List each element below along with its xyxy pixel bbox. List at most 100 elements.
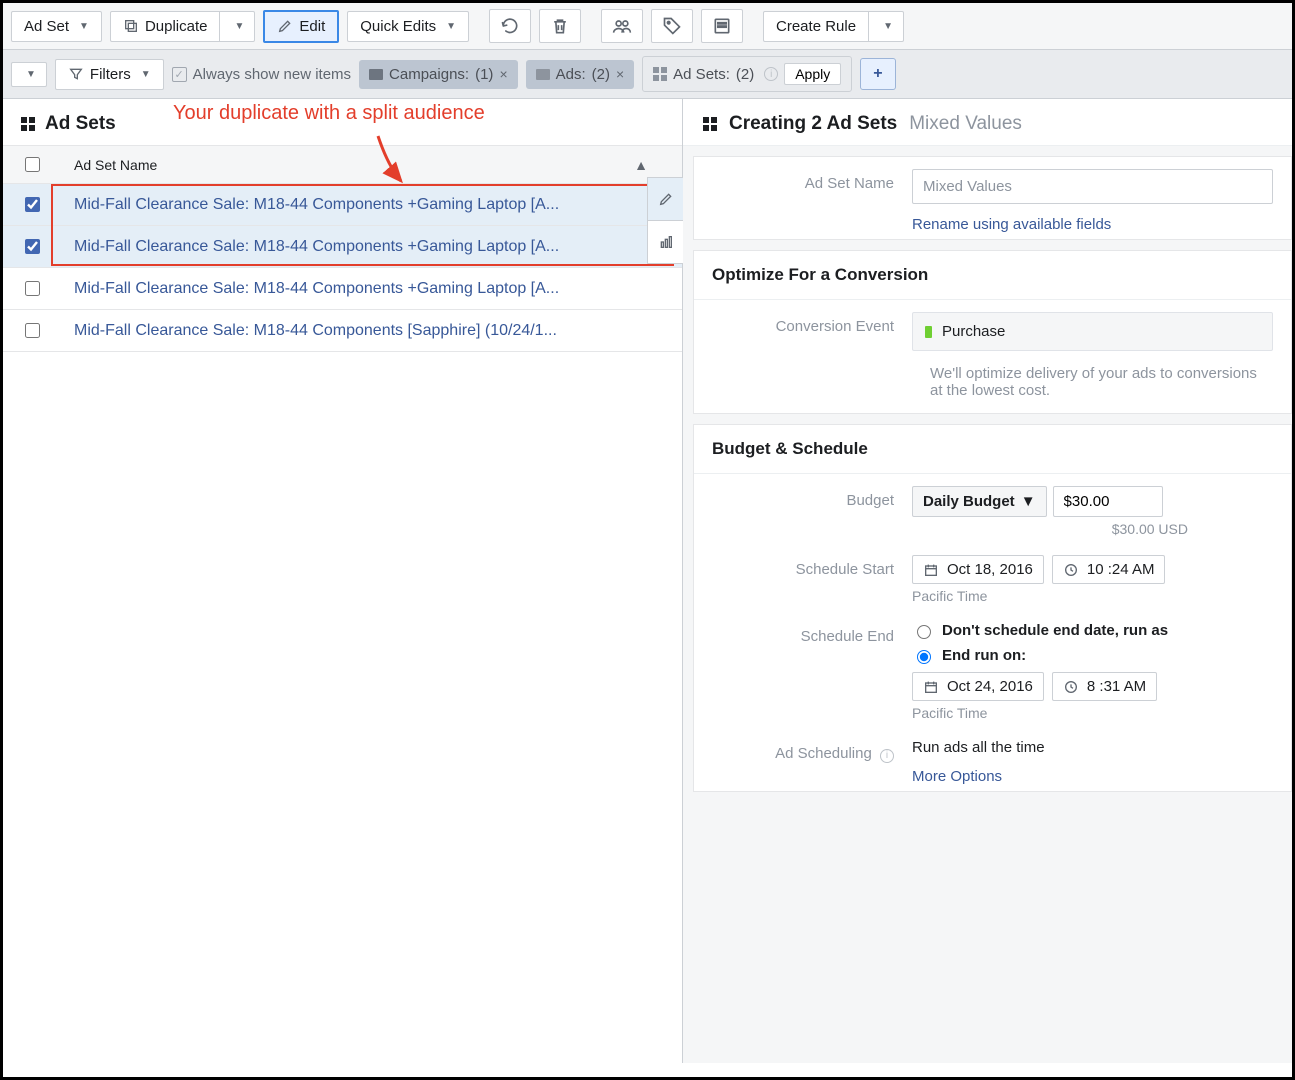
end-option-run[interactable]: End run on: xyxy=(912,647,1273,664)
end-option-dont-label: Don't schedule end date, run as xyxy=(942,622,1168,639)
budget-type-select[interactable]: Daily Budget ▼ xyxy=(912,486,1047,517)
info-icon: i xyxy=(880,749,894,763)
pencil-icon xyxy=(658,191,674,207)
calendar-icon xyxy=(923,679,939,695)
select-all-checkbox[interactable] xyxy=(25,157,40,172)
audience-button[interactable] xyxy=(601,9,643,43)
filter-adsets-label: Ad Sets: xyxy=(673,66,730,83)
close-icon[interactable]: × xyxy=(499,66,507,82)
table-row[interactable]: Mid-Fall Clearance Sale: M18-44 Componen… xyxy=(3,226,682,268)
card-optimize: Optimize For a Conversion Conversion Eve… xyxy=(693,250,1292,414)
campaign-icon xyxy=(369,69,383,80)
undo-button[interactable] xyxy=(489,9,531,43)
chevron-down-icon: ▼ xyxy=(141,69,151,80)
filter-campaigns-count: (1) xyxy=(475,66,493,83)
side-tabs xyxy=(647,177,683,263)
adset-link[interactable]: Mid-Fall Clearance Sale: M18-44 Componen… xyxy=(74,280,559,298)
info-icon: i xyxy=(764,67,778,81)
budget-label: Budget xyxy=(712,486,912,509)
workarea: Your duplicate with a split audience Ad … xyxy=(3,99,1292,1063)
undo-icon xyxy=(500,16,520,36)
checkmark-icon: ✓ xyxy=(172,67,187,82)
side-tab-chart[interactable] xyxy=(647,220,683,264)
apply-button[interactable]: Apply xyxy=(784,63,841,85)
trash-icon xyxy=(550,16,570,36)
adset-link[interactable]: Mid-Fall Clearance Sale: M18-44 Componen… xyxy=(74,322,557,340)
schedule-end-date-value: Oct 24, 2016 xyxy=(947,678,1033,695)
sort-asc-icon[interactable]: ▲ xyxy=(634,157,648,173)
radio-end-run-on[interactable] xyxy=(917,650,931,664)
grid-icon xyxy=(703,117,717,131)
search-dropdown-button[interactable]: ▼ xyxy=(11,62,47,87)
filter-pill-campaigns[interactable]: Campaigns: (1) × xyxy=(359,60,518,89)
table-row[interactable]: Mid-Fall Clearance Sale: M18-44 Componen… xyxy=(3,184,682,226)
status-dot-icon xyxy=(925,326,932,338)
create-rule-dropdown[interactable]: ▼ xyxy=(869,11,904,42)
grid-icon xyxy=(653,67,667,81)
report-button[interactable] xyxy=(701,9,743,43)
end-option-run-label: End run on: xyxy=(942,647,1026,664)
always-show-toggle[interactable]: ✓ Always show new items xyxy=(172,66,351,83)
close-icon[interactable]: × xyxy=(616,66,624,82)
adset-name-input[interactable] xyxy=(912,169,1273,204)
table-columns-header: Ad Set Name ▲ xyxy=(3,146,682,184)
conversion-event-select[interactable]: Purchase xyxy=(912,312,1273,351)
more-options-link[interactable]: More Options xyxy=(912,768,1002,785)
budget-subtext: $30.00 USD xyxy=(912,521,1192,537)
schedule-start-date[interactable]: Oct 18, 2016 xyxy=(912,555,1044,584)
form-row-schedule-start: Schedule Start Oct 18, 2016 10 :24 AM xyxy=(694,543,1291,610)
rename-link[interactable]: Rename using available fields xyxy=(912,216,1111,233)
panel-header: Creating 2 Ad Sets Mixed Values xyxy=(683,99,1292,146)
chevron-down-icon: ▼ xyxy=(26,69,36,80)
filters-label: Filters xyxy=(90,66,131,83)
schedule-end-time[interactable]: 8 :31 AM xyxy=(1052,672,1157,701)
create-rule-button[interactable]: Create Rule xyxy=(763,11,869,42)
chevron-down-icon: ▼ xyxy=(446,21,456,32)
radio-dont-schedule[interactable] xyxy=(917,625,931,639)
ad-icon xyxy=(536,69,550,80)
schedule-start-date-value: Oct 18, 2016 xyxy=(947,561,1033,578)
add-filter-button[interactable]: + xyxy=(860,58,895,90)
quick-edits-button[interactable]: Quick Edits ▼ xyxy=(347,11,469,42)
adset-link[interactable]: Mid-Fall Clearance Sale: M18-44 Componen… xyxy=(74,196,559,214)
window-frame: Ad Set ▼ Duplicate ▼ Edit Quick Edits ▼ xyxy=(0,0,1295,1080)
calendar-icon xyxy=(923,562,939,578)
end-option-dont[interactable]: Don't schedule end date, run as xyxy=(912,622,1273,639)
tag-button[interactable] xyxy=(651,9,693,43)
schedule-start-time-value: 10 :24 AM xyxy=(1087,561,1155,578)
duplicate-label: Duplicate xyxy=(145,18,208,35)
ad-scheduling-value: Run ads all the time xyxy=(912,739,1273,756)
delete-button[interactable] xyxy=(539,9,581,43)
schedule-end-label: Schedule End xyxy=(712,622,912,645)
schedule-start-time[interactable]: 10 :24 AM xyxy=(1052,555,1166,584)
filters-button[interactable]: Filters ▼ xyxy=(55,59,164,90)
col-name-header[interactable]: Ad Set Name xyxy=(74,157,157,173)
duplicate-button[interactable]: Duplicate xyxy=(110,11,221,42)
filter-pill-adsets[interactable]: Ad Sets: (2) i Apply xyxy=(642,56,852,92)
form-row-conversion: Conversion Event Purchase xyxy=(694,300,1291,357)
schedule-end-date[interactable]: Oct 24, 2016 xyxy=(912,672,1044,701)
row-checkbox[interactable] xyxy=(25,239,40,254)
budget-amount-input[interactable] xyxy=(1053,486,1163,517)
list-title: Ad Sets xyxy=(45,113,116,135)
table-row[interactable]: Mid-Fall Clearance Sale: M18-44 Componen… xyxy=(3,310,682,352)
conversion-hint: We'll optimize delivery of your ads to c… xyxy=(694,357,1291,413)
adset-link[interactable]: Mid-Fall Clearance Sale: M18-44 Componen… xyxy=(74,238,559,256)
form-row-budget: Budget Daily Budget ▼ $30.00 USD xyxy=(694,474,1291,543)
edit-button[interactable]: Edit xyxy=(263,10,339,43)
row-checkbox[interactable] xyxy=(25,197,40,212)
filter-pill-ads[interactable]: Ads: (2) × xyxy=(526,60,635,89)
panel-subtitle: Mixed Values xyxy=(909,113,1022,135)
duplicate-dropdown[interactable]: ▼ xyxy=(220,11,255,42)
table-row[interactable]: Mid-Fall Clearance Sale: M18-44 Componen… xyxy=(3,268,682,310)
row-checkbox[interactable] xyxy=(25,323,40,338)
filter-ads-label: Ads: xyxy=(556,66,586,83)
always-show-label: Always show new items xyxy=(193,66,351,83)
chevron-down-icon: ▼ xyxy=(1021,493,1036,510)
clock-icon xyxy=(1063,562,1079,578)
row-checkbox[interactable] xyxy=(25,281,40,296)
left-pane: Your duplicate with a split audience Ad … xyxy=(3,99,683,1063)
adset-dropdown[interactable]: Ad Set ▼ xyxy=(11,11,102,42)
filter-campaigns-label: Campaigns: xyxy=(389,66,469,83)
side-tab-edit[interactable] xyxy=(647,177,683,221)
